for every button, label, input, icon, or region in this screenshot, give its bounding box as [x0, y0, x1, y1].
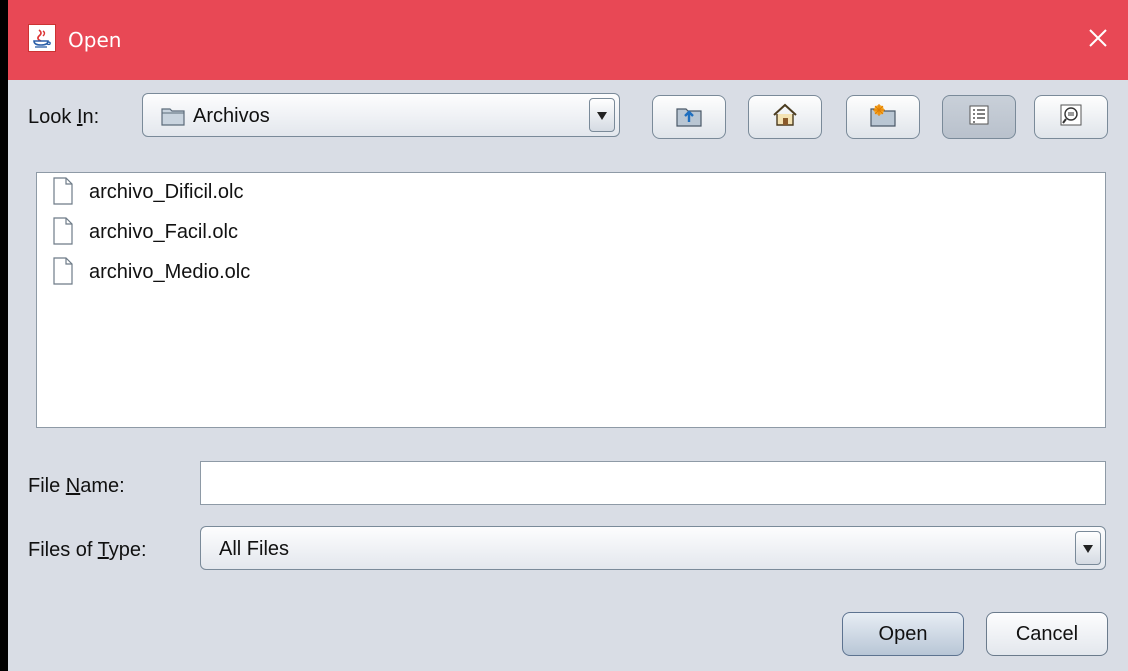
look-in-label: Look In: — [28, 105, 99, 129]
look-in-label-suffix: n: — [82, 106, 100, 128]
file-type-dropdown-arrow[interactable] — [1075, 531, 1101, 565]
file-name-text: archivo_Medio.olc — [89, 261, 251, 283]
file-name-label-suffix: ame: — [80, 475, 125, 497]
close-icon — [1088, 28, 1108, 52]
list-view-icon — [968, 104, 990, 130]
file-name-label: File Name: — [28, 474, 125, 498]
file-type-value: All Files — [219, 538, 290, 560]
window-title: Open — [68, 28, 122, 52]
details-view-icon — [1059, 103, 1083, 131]
folder-icon — [161, 105, 185, 131]
look-in-dropdown-arrow[interactable] — [589, 98, 615, 132]
list-view-button[interactable] — [942, 95, 1016, 139]
folder-up-icon — [675, 102, 703, 132]
file-type-label-mnemonic: T — [97, 539, 109, 561]
file-name-text: archivo_Facil.olc — [89, 221, 238, 243]
file-type-combobox[interactable]: All Files — [200, 526, 1106, 570]
look-in-label-prefix: Look — [28, 106, 77, 128]
file-type-label: Files of Type: — [28, 538, 147, 562]
look-in-combobox[interactable]: Archivos — [142, 93, 620, 137]
file-name-label-prefix: File — [28, 475, 66, 497]
file-type-label-prefix: Files of — [28, 539, 98, 561]
file-icon — [51, 257, 75, 289]
new-folder-button[interactable] — [846, 95, 920, 139]
open-button[interactable]: Open — [842, 612, 964, 656]
file-name-input[interactable] — [200, 461, 1106, 505]
java-app-icon — [28, 24, 56, 52]
open-dialog: Open Look In: Archivos archivo_Dificil.o… — [8, 0, 1128, 671]
details-view-button[interactable] — [1034, 95, 1108, 139]
home-button[interactable] — [748, 95, 822, 139]
file-list[interactable]: archivo_Dificil.olc archivo_Facil.olc ar… — [36, 172, 1106, 428]
chevron-down-icon — [596, 106, 608, 125]
file-icon — [51, 217, 75, 249]
file-name-label-mnemonic: N — [65, 475, 81, 497]
up-one-level-button[interactable] — [652, 95, 726, 139]
look-in-value: Archivos — [193, 105, 270, 127]
cancel-button[interactable]: Cancel — [986, 612, 1108, 656]
file-type-label-suffix: ype: — [108, 539, 147, 561]
close-button[interactable] — [1068, 0, 1128, 80]
file-name-text: archivo_Dificil.olc — [89, 181, 244, 203]
home-icon — [771, 102, 799, 132]
title-bar[interactable]: Open — [8, 0, 1128, 80]
chevron-down-icon — [1082, 539, 1094, 558]
file-icon — [51, 177, 75, 209]
new-folder-icon — [869, 102, 897, 132]
